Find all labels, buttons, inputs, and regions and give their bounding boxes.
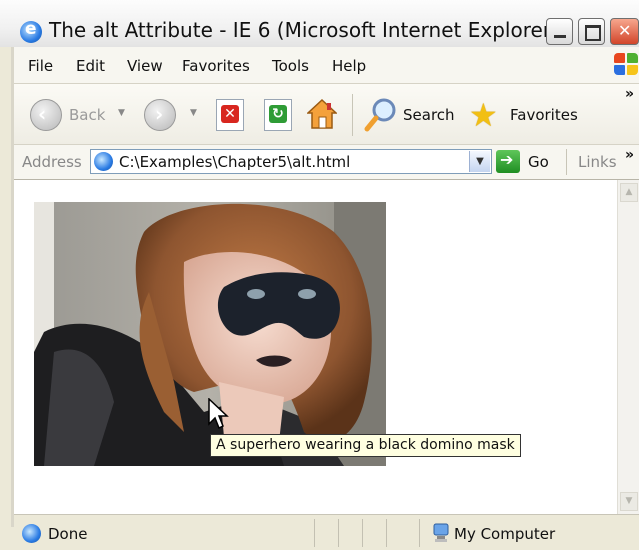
favorites-star-icon[interactable]: ★ [469,96,498,134]
toolbar-separator [352,94,353,136]
back-button[interactable]: Back [69,106,105,124]
status-divider [314,519,315,547]
status-text: Done [48,525,88,543]
forward-dropdown-icon[interactable]: ▼ [190,108,197,118]
minimize-button[interactable] [546,18,573,45]
refresh-icon[interactable]: ↻ [264,99,292,131]
links-button[interactable]: Links [578,153,617,171]
menu-help[interactable]: Help [332,57,366,75]
search-icon[interactable] [364,97,398,133]
toolbar-overflow-icon[interactable]: » [625,86,634,102]
standard-toolbar: ‹ Back ▼ › ▼ ✕ ↻ Search ★ Favorites » [14,84,639,145]
windows-logo-icon [614,53,639,77]
address-separator [566,149,567,175]
scroll-down-icon[interactable]: ▼ [620,492,638,511]
status-divider [338,519,339,547]
favorites-button[interactable]: Favorites [510,106,578,124]
my-computer-icon [433,523,449,542]
stop-icon[interactable]: ✕ [216,99,244,131]
address-label: Address [22,153,82,171]
menu-edit[interactable]: Edit [76,57,105,75]
ie-window: The alt Attribute - IE 6 (Microsoft Inte… [0,0,639,550]
menu-favorites[interactable]: Favorites [182,57,250,75]
vertical-scrollbar[interactable]: ▲ ▼ [617,180,639,514]
status-divider [386,519,387,547]
alt-text-tooltip: A superhero wearing a black domino mask [210,434,521,457]
mouse-cursor-icon [208,398,229,430]
home-icon[interactable] [307,98,337,130]
search-button[interactable]: Search [403,106,455,124]
window-title: The alt Attribute - IE 6 (Microsoft Inte… [49,18,559,42]
security-zone: My Computer [454,525,556,543]
menu-file[interactable]: File [28,57,53,75]
page-done-icon [22,524,41,543]
title-bar[interactable]: The alt Attribute - IE 6 (Microsoft Inte… [0,0,639,47]
scroll-up-icon[interactable]: ▲ [620,183,638,202]
back-dropdown-icon[interactable]: ▼ [118,108,125,118]
menu-tools[interactable]: Tools [272,57,309,75]
page-icon [94,152,113,171]
status-divider [362,519,363,547]
forward-arrow-icon[interactable]: › [144,99,176,131]
go-arrow-icon[interactable] [496,150,520,173]
status-divider [419,519,420,547]
status-bar: Done My Computer [14,514,639,550]
address-dropdown-icon[interactable]: ▼ [469,151,490,172]
maximize-button[interactable] [578,18,605,45]
back-arrow-icon[interactable]: ‹ [30,99,62,131]
close-button[interactable] [610,18,639,45]
address-value[interactable]: C:\Examples\Chapter5\alt.html [119,153,350,171]
ie-logo-icon [20,19,42,43]
address-bar: Address C:\Examples\Chapter5\alt.html ▼ … [14,145,639,180]
address-input[interactable]: C:\Examples\Chapter5\alt.html ▼ [90,149,492,174]
menu-view[interactable]: View [127,57,163,75]
go-button[interactable]: Go [528,153,549,171]
links-overflow-icon[interactable]: » [625,147,634,163]
menu-bar: File Edit View Favorites Tools Help [14,47,639,84]
